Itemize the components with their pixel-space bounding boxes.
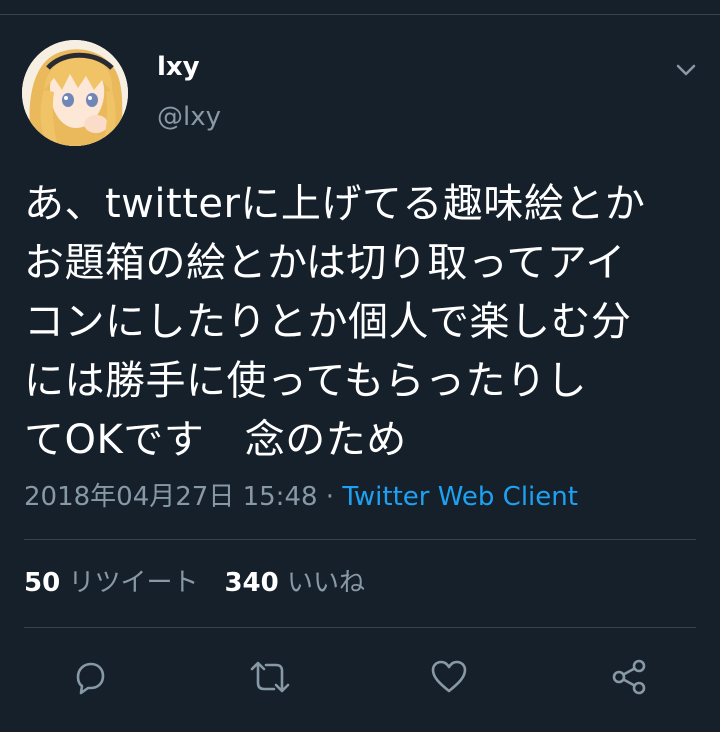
tweet-client-link[interactable]: Twitter Web Client [342, 482, 578, 512]
retweets-label: リツイート [68, 568, 199, 598]
reply-icon[interactable] [65, 652, 115, 702]
retweets-stat[interactable]: 50 リツイート [24, 568, 198, 598]
meta-separator: · [317, 482, 343, 512]
avatar-image [22, 40, 128, 146]
avatar[interactable] [22, 40, 128, 146]
tweet-meta: 2018年04月27日 15:48 · Twitter Web Client [24, 476, 578, 513]
share-icon[interactable] [604, 652, 654, 702]
tweet-text: あ、twitterに上げてる趣味絵とか お題箱の絵とかは切り取ってアイ コンにし… [24, 181, 646, 463]
tweet-stats: 50 リツイート 340 いいね [24, 562, 365, 599]
retweets-count: 50 [24, 568, 61, 598]
tweet-timestamp[interactable]: 2018年04月27日 15:48 [24, 482, 318, 512]
retweet-icon[interactable] [245, 652, 295, 702]
tweet-detail: lxy @lxy あ、twitterに上げてる趣味絵とか お題箱の絵とかは切り取… [0, 0, 720, 732]
chevron-down-icon[interactable] [672, 56, 700, 84]
stats-bottom-divider [24, 627, 696, 628]
likes-label: いいね [287, 568, 366, 598]
top-divider [0, 14, 720, 15]
likes-stat[interactable]: 340 いいね [224, 568, 365, 598]
user-handle[interactable]: @lxy [157, 102, 221, 132]
display-name[interactable]: lxy [157, 52, 200, 82]
like-icon[interactable] [424, 652, 474, 702]
stats-top-divider [24, 539, 696, 540]
action-bar [0, 652, 720, 702]
likes-count: 340 [224, 568, 279, 598]
